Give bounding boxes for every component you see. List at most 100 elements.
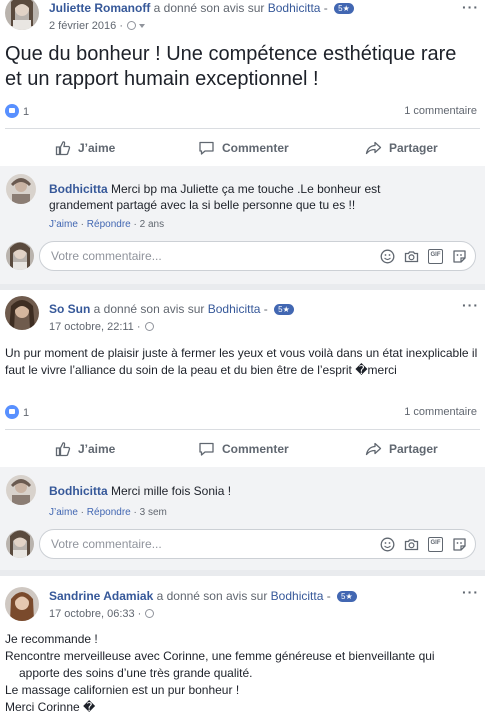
sticker-icon[interactable] [452, 249, 467, 264]
author-avatar[interactable] [5, 0, 39, 30]
comment-input-box[interactable]: GIF [39, 529, 476, 559]
post-text-line: apporte des soins d’une très grande qual… [19, 666, 253, 680]
comment-meta: J’aime · Répondre · 3 sem [49, 507, 167, 518]
share-button[interactable]: Partager [365, 434, 438, 464]
post-date[interactable]: 17 octobre, 22:11 · [49, 321, 154, 333]
comment-author[interactable]: Bodhicitta [49, 182, 108, 196]
gif-icon[interactable]: GIF [428, 537, 443, 552]
share-button[interactable]: Partager [365, 133, 438, 163]
comment-reply-link[interactable]: Répondre [87, 507, 131, 518]
like-icon [55, 141, 71, 156]
camera-icon[interactable] [404, 249, 419, 264]
comment-author[interactable]: Bodhicitta [49, 484, 108, 498]
separator-dash: - [260, 302, 272, 316]
comment-like-link[interactable]: J’aime [49, 219, 78, 230]
comment-time[interactable]: 3 sem [140, 507, 167, 518]
page-link[interactable]: Bodhicitta [268, 1, 321, 15]
comment-input[interactable] [40, 530, 340, 558]
like-label: J’aime [78, 442, 116, 456]
gif-icon[interactable]: GIF [428, 249, 443, 264]
globe-icon [145, 609, 155, 618]
post-text-line: Le massage californien est un pur bonheu… [5, 683, 240, 697]
comment-input-tools: GIF [380, 249, 467, 264]
like-count[interactable]: 1 [23, 106, 29, 118]
comment-count[interactable]: 1 commentaire [404, 406, 477, 418]
post-date[interactable]: 17 octobre, 06:33 · [49, 608, 155, 620]
commenter-avatar[interactable] [6, 174, 36, 204]
divider [5, 429, 480, 430]
review-post-3: Sandrine Adamiak a donné son avis sur Bo… [0, 576, 485, 720]
post-date-text[interactable]: 2 février 2016 · [49, 20, 123, 32]
post-header: Juliette Romanoff a donné son avis sur B… [49, 1, 354, 15]
share-label: Partager [389, 442, 438, 456]
divider [5, 128, 480, 129]
post-date-text[interactable]: 17 octobre, 06:33 · [49, 608, 141, 620]
comment-reply-link[interactable]: Répondre [87, 219, 131, 230]
comment-time[interactable]: 2 ans [140, 219, 164, 230]
comments-section: Bodhicitta Merci bp ma Juliette ça me to… [0, 166, 485, 284]
post-text: Que du bonheur ! Une compétence esthétiq… [5, 43, 457, 90]
like-label: J’aime [78, 141, 116, 155]
comment-label: Commenter [222, 442, 289, 456]
author-name[interactable]: Juliette Romanoff [49, 1, 150, 15]
post-text-line: Merci Corinne � [5, 700, 96, 714]
page-link[interactable]: Bodhicitta [271, 589, 324, 603]
sticker-icon[interactable] [452, 537, 467, 552]
current-user-avatar [6, 530, 34, 558]
separator-dash: - [320, 1, 332, 15]
current-user-avatar [6, 242, 34, 270]
rating-badge: 5★ [334, 3, 354, 14]
comment-button[interactable]: Commenter [198, 133, 289, 163]
comment-button[interactable]: Commenter [198, 434, 289, 464]
author-avatar[interactable] [5, 587, 39, 621]
action-bar: J’aime Commenter Partager [0, 133, 485, 163]
post-header: Sandrine Adamiak a donné son avis sur Bo… [49, 589, 357, 603]
emoji-icon[interactable] [380, 537, 395, 552]
comment-count[interactable]: 1 commentaire [404, 105, 477, 117]
more-options-icon[interactable]: ··· [462, 0, 479, 15]
post-date-text[interactable]: 17 octobre, 22:11 · [49, 321, 141, 333]
like-icon [5, 405, 19, 419]
separator-dash: - [323, 589, 335, 603]
post-date[interactable]: 2 février 2016 · [49, 20, 145, 32]
globe-icon [144, 322, 154, 331]
review-action-text: a donné son avis sur [153, 589, 271, 603]
author-name[interactable]: Sandrine Adamiak [49, 589, 153, 603]
comment-input[interactable] [40, 242, 340, 270]
comment-text: Merci mille fois Sonia ! [107, 484, 232, 498]
commenter-avatar[interactable] [6, 475, 36, 505]
author-avatar[interactable] [5, 296, 39, 330]
more-options-icon[interactable]: ··· [462, 297, 479, 313]
comment-like-link[interactable]: J’aime [49, 507, 78, 518]
comment-meta: J’aime · Répondre · 2 ans [49, 219, 165, 230]
review-post-1: Juliette Romanoff a donné son avis sur B… [0, 0, 485, 284]
post-text-line: Rencontre merveilleuse avec Corinne, une… [5, 649, 435, 663]
action-bar: J’aime Commenter Partager [0, 434, 485, 464]
globe-icon [126, 21, 136, 30]
reaction-summary[interactable]: 1 [5, 405, 29, 419]
reaction-summary[interactable]: 1 [5, 104, 29, 118]
comment-input-tools: GIF [380, 537, 467, 552]
post-text: Un pur moment de plaisir juste à fermer … [5, 346, 478, 377]
author-name[interactable]: So Sun [49, 302, 90, 316]
camera-icon[interactable] [404, 537, 419, 552]
chevron-down-icon[interactable] [138, 24, 145, 28]
post-text-line: Je recommande ! [5, 632, 98, 646]
post-header: So Sun a donné son avis sur Bodhicitta -… [49, 302, 294, 316]
like-icon [5, 104, 19, 118]
review-post-2: So Sun a donné son avis sur Bodhicitta -… [0, 290, 485, 570]
comment-bubble: Bodhicitta Merci mille fois Sonia ! [39, 476, 242, 506]
rating-badge: 5★ [274, 304, 294, 315]
share-icon [365, 141, 382, 155]
like-button[interactable]: J’aime [55, 434, 115, 464]
review-action-text: a donné son avis sur [150, 1, 268, 15]
comment-icon [199, 442, 214, 456]
emoji-icon[interactable] [380, 249, 395, 264]
more-options-icon[interactable]: ··· [462, 584, 479, 600]
like-count[interactable]: 1 [23, 407, 29, 419]
like-button[interactable]: J’aime [55, 133, 115, 163]
post-text: Je recommande ! Rencontre merveilleuse a… [5, 631, 480, 716]
rating-badge: 5★ [337, 591, 357, 602]
comment-input-box[interactable]: GIF [39, 241, 476, 271]
page-link[interactable]: Bodhicitta [208, 302, 261, 316]
